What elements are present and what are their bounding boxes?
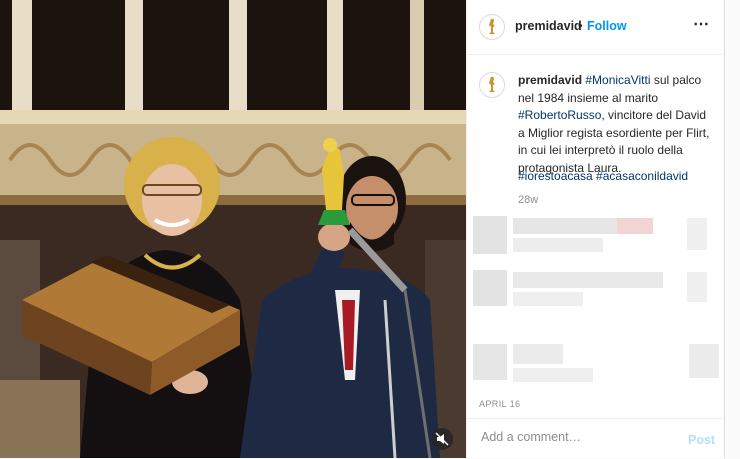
david-statuette-icon <box>489 18 495 34</box>
caption-avatar[interactable] <box>479 72 505 98</box>
hashtag-link[interactable]: #MonicaVitti <box>585 73 650 87</box>
follow-button[interactable]: Follow <box>587 19 627 33</box>
post-date: APRIL 16 <box>479 399 521 409</box>
username[interactable]: premidavid <box>515 19 582 33</box>
post-age: 28w <box>518 194 539 206</box>
caption-username[interactable]: premidavid <box>518 73 582 87</box>
david-statuette-icon <box>489 76 495 92</box>
post-video[interactable] <box>0 0 466 458</box>
page-background <box>724 0 740 458</box>
hashtag-link[interactable]: #RobertoRusso <box>518 108 601 122</box>
post-comment-button[interactable]: Post <box>688 433 715 447</box>
video-frame <box>0 0 466 458</box>
more-options-icon[interactable]: ⋯ <box>693 14 710 34</box>
separator-dot: • <box>578 18 583 33</box>
post-side-panel: premidavid • Follow ⋯ premidavid #Monica… <box>466 0 725 458</box>
post-header: premidavid • Follow ⋯ <box>467 0 725 55</box>
speaker-muted-icon[interactable] <box>431 428 453 450</box>
comment-input[interactable] <box>479 429 673 445</box>
caption-hashtags[interactable]: #iorestoacasa #acasaconildavid <box>518 169 688 183</box>
add-comment-bar: Post <box>467 418 725 459</box>
post-caption: premidavid #MonicaVitti sul palco nel 19… <box>518 72 714 177</box>
instagram-post-viewer: premidavid • Follow ⋯ premidavid #Monica… <box>0 0 740 458</box>
avatar[interactable] <box>479 14 505 40</box>
